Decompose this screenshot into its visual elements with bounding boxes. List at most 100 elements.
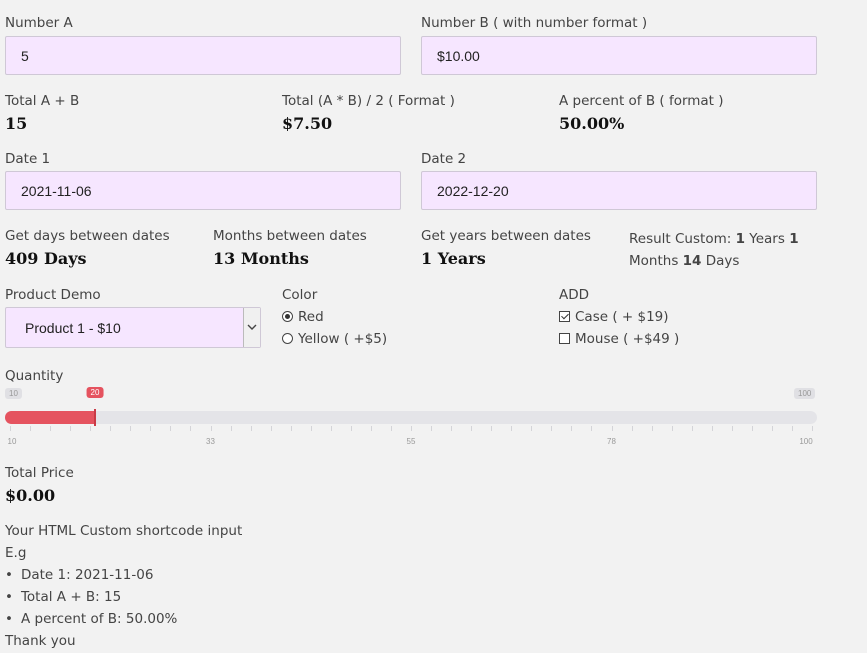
list-item: • Date 1: 2021-11-06 — [5, 567, 154, 583]
slider-tick-mark — [30, 426, 32, 431]
custom-years: 1 — [735, 231, 745, 247]
slider-tick-mark — [150, 426, 152, 431]
slider-tick-label: 55 — [406, 437, 416, 446]
number-b-label: Number B ( with number format ) — [421, 15, 648, 31]
slider-tick-label: 78 — [607, 437, 616, 446]
slider-tick-mark — [451, 426, 453, 431]
total-sum-label: Total A + B — [5, 93, 80, 109]
slider-tick-mark — [170, 426, 172, 431]
slider-tick-mark — [812, 426, 813, 431]
slider-tick-mark — [230, 426, 232, 431]
select-arrow-button[interactable] — [243, 308, 260, 347]
slider-tick-mark — [90, 426, 92, 431]
slider-tick-mark — [50, 426, 52, 431]
slider-tick-mark — [330, 426, 332, 431]
slider-max-badge: 100 — [794, 388, 816, 399]
slider-tick-mark — [350, 426, 352, 431]
slider-tick-mark — [551, 426, 553, 431]
custom-days-word: Days — [701, 253, 740, 269]
total-price-label: Total Price — [5, 465, 74, 481]
slider-min-badge: 10 — [5, 388, 22, 399]
list-item-text: Total A + B: 15 — [20, 589, 122, 605]
add-option-label: Mouse ( +$49 ) — [575, 331, 680, 347]
slider-tick-mark — [471, 426, 473, 431]
slider-value-bubble: 20 — [86, 387, 104, 398]
slider-tick-mark — [190, 426, 192, 431]
shortcode-footer: Thank you — [5, 633, 76, 649]
date2-label: Date 2 — [421, 151, 467, 167]
slider-tick-mark — [130, 426, 132, 431]
add-option-mouse[interactable]: Mouse ( +$49 ) — [559, 331, 679, 347]
total-price-value: $0.00 — [5, 486, 56, 505]
slider-tick-mark — [290, 426, 292, 431]
color-option-label: Yellow ( +$5) — [298, 331, 388, 347]
percent-value: 50.00% — [559, 114, 625, 133]
slider-tick-mark — [250, 426, 252, 431]
slider-tick-mark — [671, 426, 673, 431]
product-selected-value: Product 1 - $10 — [25, 320, 121, 336]
add-option-case[interactable]: Case ( + $19) — [559, 309, 669, 325]
days-between-label: Get days between dates — [5, 228, 170, 244]
months-between-label: Months between dates — [213, 228, 367, 244]
months-between-value: 13 Months — [213, 249, 309, 268]
number-a-label: Number A — [5, 15, 73, 31]
slider-tick-mark — [611, 426, 613, 431]
slider-tick-mark — [511, 426, 513, 431]
radio-unchecked-icon[interactable] — [282, 333, 293, 344]
slider-tick-mark — [791, 426, 793, 431]
slider-tick-mark — [631, 426, 633, 431]
slider-tick-mark — [10, 426, 11, 431]
shortcode-eg: E.g — [5, 545, 27, 561]
years-between-label: Get years between dates — [421, 228, 591, 244]
list-item: • A percent of B: 50.00% — [5, 611, 178, 627]
list-item-text: Date 1: 2021-11-06 — [20, 567, 154, 583]
custom-result-prefix: Result Custom: — [629, 231, 736, 247]
slider-tick-mark — [70, 426, 72, 431]
slider-tick-label: 33 — [206, 437, 215, 446]
total-sum-value: 15 — [5, 114, 28, 133]
date2-input[interactable] — [421, 171, 817, 210]
slider-tick-mark — [731, 426, 733, 431]
list-item: • Total A + B: 15 — [5, 589, 122, 605]
list-item-text: A percent of B: 50.00% — [20, 611, 178, 627]
quantity-slider-handle[interactable] — [94, 409, 96, 426]
slider-tick-mark — [571, 426, 573, 431]
slider-tick-mark — [771, 426, 773, 431]
checkbox-checked-icon[interactable] — [559, 311, 570, 322]
color-option-yellow[interactable]: Yellow ( +$5) — [282, 331, 387, 347]
custom-months-word: Months — [629, 253, 683, 269]
total-product-value: $7.50 — [282, 114, 333, 133]
slider-tick-label: 100 — [799, 437, 813, 446]
slider-tick-label: 10 — [7, 437, 17, 446]
color-option-red[interactable]: Red — [282, 309, 324, 325]
slider-tick-mark — [591, 426, 593, 431]
product-select[interactable]: Product 1 - $10 — [5, 307, 261, 348]
number-a-input[interactable] — [5, 36, 401, 75]
quantity-slider-track[interactable] — [5, 409, 817, 426]
slider-tick-mark — [210, 426, 212, 431]
date1-input[interactable] — [5, 171, 401, 210]
quantity-label: Quantity — [5, 368, 64, 384]
slider-tick-mark — [310, 426, 312, 431]
checkbox-unchecked-icon[interactable] — [559, 333, 570, 344]
shortcode-title: Your HTML Custom shortcode input — [5, 523, 243, 539]
slider-tick-mark — [651, 426, 653, 431]
slider-tick-mark — [531, 426, 533, 431]
slider-tick-mark — [411, 426, 412, 431]
add-option-label: Case ( + $19) — [575, 309, 669, 325]
radio-checked-icon[interactable] — [282, 311, 293, 322]
number-b-input[interactable] — [421, 36, 817, 75]
color-option-label: Red — [298, 309, 324, 325]
total-product-label: Total (A * B) / 2 ( Format ) — [282, 93, 455, 109]
custom-years-word: Years — [744, 231, 790, 247]
date1-label: Date 1 — [5, 151, 51, 167]
slider-tick-mark — [711, 426, 713, 431]
slider-tick-mark — [491, 426, 493, 431]
slider-tick-mark — [751, 426, 753, 431]
custom-days: 14 — [682, 253, 702, 269]
slider-tick-mark — [370, 426, 372, 431]
chevron-down-icon — [247, 324, 257, 330]
years-between-value: 1 Years — [421, 249, 486, 268]
slider-tick-mark — [270, 426, 272, 431]
product-label: Product Demo — [5, 287, 101, 303]
